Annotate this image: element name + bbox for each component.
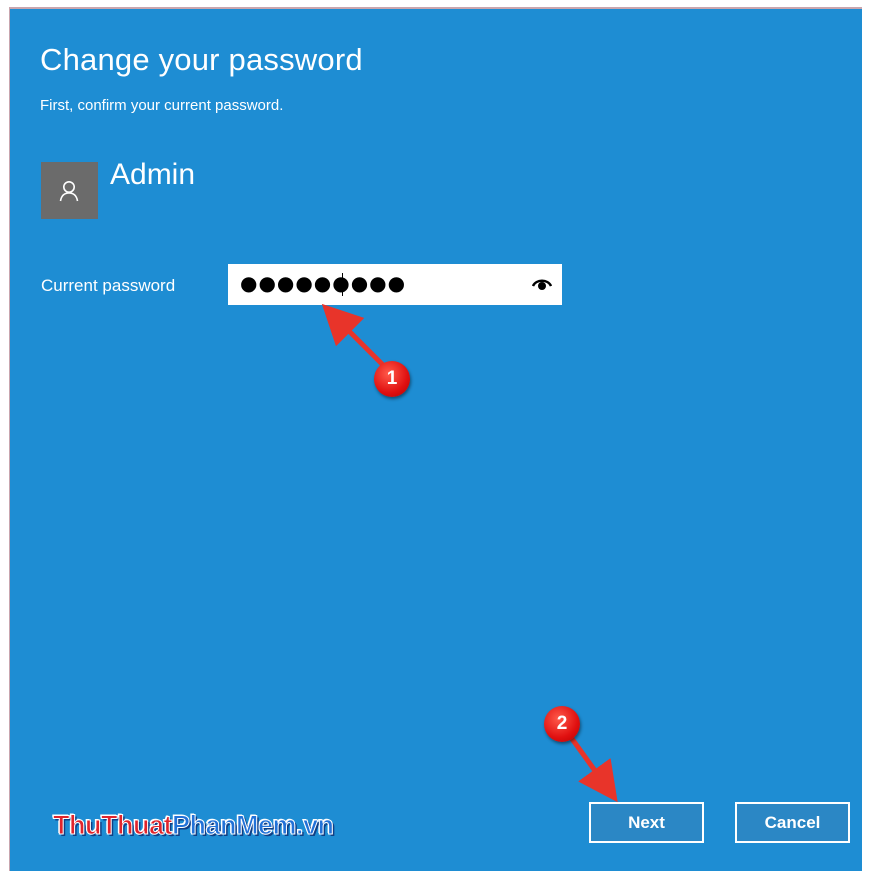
arrow-to-password xyxy=(321,303,385,367)
step-2-marker: 2 xyxy=(544,706,580,742)
change-password-dialog: Change your password First, confirm your… xyxy=(9,7,870,871)
watermark-part-2: PhanMem.vn xyxy=(171,810,334,841)
arrow-to-next xyxy=(567,733,618,803)
step-1-marker: 1 xyxy=(374,361,410,397)
annotation-arrows xyxy=(321,303,618,803)
watermark-logo: ThuThuatPhanMem.vn xyxy=(53,810,335,841)
page-edge xyxy=(862,0,870,871)
watermark-part-1: ThuThuat xyxy=(53,810,173,841)
